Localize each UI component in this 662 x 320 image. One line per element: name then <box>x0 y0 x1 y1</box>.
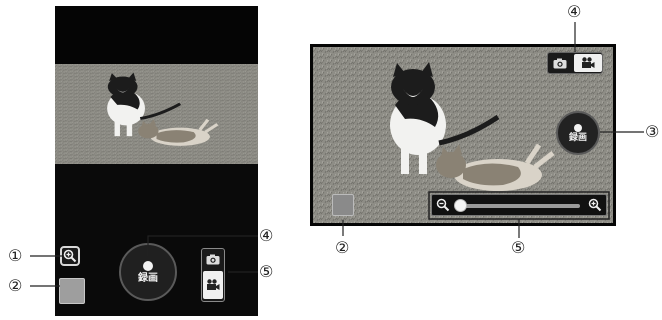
camera-icon <box>206 254 220 264</box>
phone-landscape: 録画 <box>310 44 616 226</box>
camera-icon <box>553 58 567 68</box>
zoom-slider-knob[interactable] <box>454 199 467 212</box>
zoom-bar[interactable] <box>431 194 607 216</box>
callout-1: ① <box>8 246 23 265</box>
callout-4: ④ <box>567 2 582 21</box>
callout-4: ④ <box>259 226 274 245</box>
zoom-out-icon[interactable] <box>436 198 450 212</box>
record-dot-icon <box>143 260 153 271</box>
record-label: 録画 <box>568 132 587 143</box>
record-button[interactable]: 録画 <box>556 111 600 155</box>
video-camera-icon <box>582 57 595 68</box>
record-button[interactable]: 録画 <box>119 243 177 301</box>
cats-photo <box>55 64 258 164</box>
callout-3: ③ <box>645 122 660 141</box>
viewfinder-preview <box>55 64 258 164</box>
video-mode-toggle[interactable] <box>203 271 223 299</box>
mode-switch[interactable] <box>547 52 603 74</box>
mode-switch[interactable] <box>201 248 225 302</box>
record-label: 録画 <box>138 272 158 284</box>
callout-5: ⑤ <box>259 262 274 281</box>
last-capture-thumbnail[interactable] <box>59 278 85 304</box>
record-dot-icon <box>574 123 582 132</box>
zoom-button[interactable] <box>60 246 80 266</box>
video-mode-toggle[interactable] <box>574 54 602 72</box>
phone-portrait: 録画 <box>55 6 258 316</box>
photo-mode-toggle[interactable] <box>550 55 570 71</box>
callout-2: ② <box>335 238 350 257</box>
callout-2: ② <box>8 276 23 295</box>
zoom-track[interactable] <box>460 204 580 208</box>
photo-mode-toggle[interactable] <box>202 249 224 269</box>
zoom-in-icon[interactable] <box>588 198 602 212</box>
zoom-in-icon <box>63 249 77 263</box>
callout-5: ⑤ <box>511 238 526 257</box>
last-capture-thumbnail[interactable] <box>332 194 354 216</box>
video-camera-icon <box>207 279 220 290</box>
